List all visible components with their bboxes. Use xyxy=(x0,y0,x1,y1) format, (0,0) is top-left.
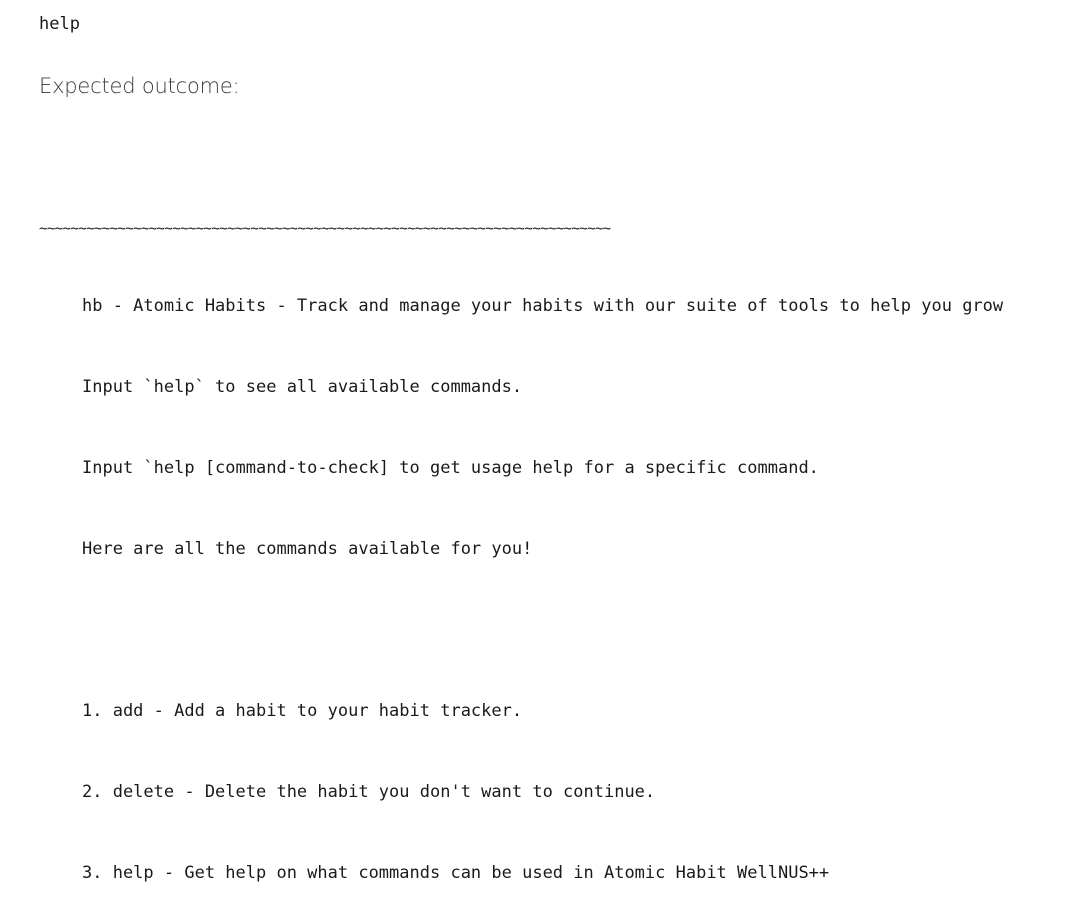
expected-outcome-heading: Expected outcome: xyxy=(39,74,240,98)
output-blank-line xyxy=(39,617,1003,644)
output-intro-line: Here are all the commands available for … xyxy=(82,539,533,559)
output-command-item: 1. add - Add a habit to your habit track… xyxy=(82,701,523,721)
output-command-item: 3. help - Get help on what commands can … xyxy=(82,863,830,883)
expected-output-block: ~~~~~~~~~~~~~~~~~~~~~~~~~~~~~~~~~~~~~~~~… xyxy=(39,165,1003,914)
command-input-text: help xyxy=(39,14,80,34)
output-divider: ~~~~~~~~~~~~~~~~~~~~~~~~~~~~~~~~~~~~~~~~… xyxy=(39,221,611,237)
output-intro-line: Input `help` to see all available comman… xyxy=(82,377,523,397)
output-command-item: 2. delete - Delete the habit you don't w… xyxy=(82,782,656,802)
output-intro-line: Input `help [command-to-check] to get us… xyxy=(82,458,819,478)
output-intro-line: hb - Atomic Habits - Track and manage yo… xyxy=(82,296,1004,316)
